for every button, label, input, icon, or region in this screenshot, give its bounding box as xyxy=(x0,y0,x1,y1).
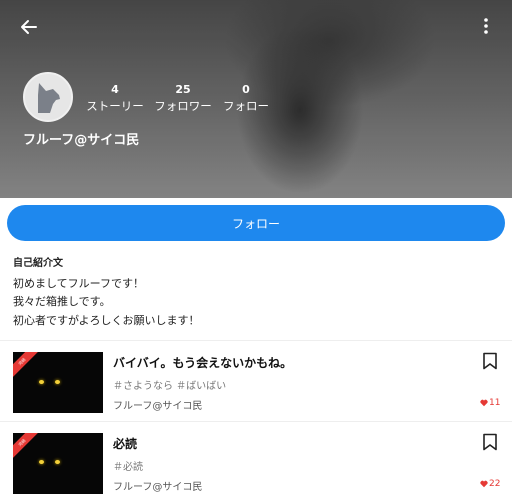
story-title: 必読 xyxy=(113,437,138,451)
bio-heading: 自己紹介文 xyxy=(13,258,63,269)
back-arrow-icon xyxy=(21,20,37,34)
story-author: フルーフ@サイコ民 xyxy=(113,401,203,412)
stat-stories-label: ストーリー xyxy=(86,99,144,113)
like-count-value: 11 xyxy=(489,398,501,408)
story-title: バイバイ。もう会えないかもね。 xyxy=(113,356,293,370)
like-count-value: 22 xyxy=(489,479,501,489)
like-count: 11 xyxy=(480,398,500,408)
story-list-item[interactable]: 完結 バイバイ。もう会えないかもね。 ＃さようなら ＃ばいばい フルーフ@サイコ… xyxy=(0,341,512,421)
stat-followers[interactable]: 25 フォロワー xyxy=(148,83,218,114)
bio-line: 我々だ箱推しです。 xyxy=(13,295,111,308)
stat-follows-count: 0 xyxy=(242,83,250,96)
more-menu-button[interactable] xyxy=(476,15,496,37)
cat-silhouette-icon xyxy=(38,83,60,113)
eye-glow xyxy=(39,460,44,464)
story-author: フルーフ@サイコ民 xyxy=(113,482,203,493)
story-list-item[interactable]: 完結 必読 ＃必読 フルーフ@サイコ民 22 xyxy=(0,422,512,498)
stat-followers-label: フォロワー xyxy=(154,99,212,113)
eye-glow xyxy=(39,380,44,384)
avatar[interactable] xyxy=(23,72,73,122)
eye-glow xyxy=(55,460,60,464)
stat-stories-count: 4 xyxy=(111,83,119,96)
story-thumbnail: 完結 xyxy=(13,352,103,413)
completed-badge: 完結 xyxy=(13,433,42,462)
stat-follows[interactable]: 0 フォロー xyxy=(211,83,281,114)
story-tags[interactable]: ＃必読 xyxy=(113,458,143,473)
story-thumbnail: 完結 xyxy=(13,433,103,494)
profile-name: フルーフ@サイコ民 xyxy=(23,133,140,148)
stat-follows-label: フォロー xyxy=(223,99,269,113)
heart-icon xyxy=(480,480,488,488)
bookmark-icon[interactable] xyxy=(482,433,498,451)
profile-header: 4 ストーリー 25 フォロワー 0 フォロー フルーフ@サイコ民 xyxy=(0,0,512,198)
back-button[interactable] xyxy=(18,16,40,38)
follow-button[interactable]: フォロー xyxy=(7,205,505,241)
story-tags[interactable]: ＃さようなら ＃ばいばい xyxy=(113,377,226,392)
bookmark-icon[interactable] xyxy=(482,352,498,370)
kebab-menu-icon xyxy=(484,18,488,34)
stat-stories[interactable]: 4 ストーリー xyxy=(80,83,150,114)
bio-line: 初めましてフルーフです！ xyxy=(13,277,145,290)
like-count: 22 xyxy=(480,479,500,489)
completed-badge: 完結 xyxy=(13,352,42,381)
stat-followers-count: 25 xyxy=(175,83,191,96)
heart-icon xyxy=(480,399,488,407)
bio-line: 初心者ですがよろしくお願いします！ xyxy=(13,314,200,327)
eye-glow xyxy=(55,380,60,384)
